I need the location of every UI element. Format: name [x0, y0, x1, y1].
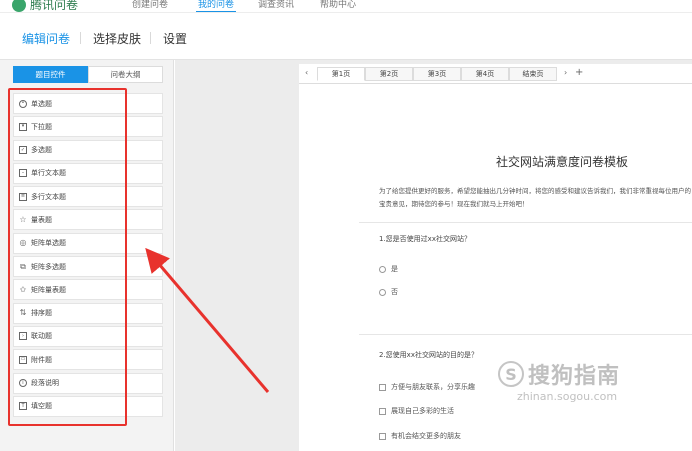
- question-title[interactable]: 2.您使用xx社交网站的目的是？: [379, 350, 478, 360]
- editor-tabs: 编辑问卷 选择皮肤 设置: [0, 14, 692, 60]
- radio-button[interactable]: [379, 288, 386, 296]
- matrix-radio-icon: ◎: [19, 238, 27, 248]
- question-title[interactable]: 1.您是否使用过xx社交网站？: [379, 234, 471, 244]
- survey-intro[interactable]: 为了给您提供更好的服务，希望您能抽出几分钟时间，将您的感受和建议告诉我们，我们非…: [379, 185, 692, 211]
- page-tab[interactable]: 第1页: [317, 67, 365, 81]
- option-label: 展现自己多彩的生活: [391, 407, 454, 415]
- add-page-icon[interactable]: +: [575, 67, 583, 78]
- checkbox[interactable]: [379, 383, 386, 391]
- option-label: 方便与朋友联系，分享乐趣: [391, 383, 475, 391]
- survey-editor-area: ‹ 第1页 第2页 第3页 第4页 结束页 › + 社交网站满意度问卷模板 为了…: [175, 60, 692, 451]
- survey-title[interactable]: 社交网站满意度问卷模板: [496, 153, 628, 170]
- question-type-label: 单选题: [31, 99, 52, 108]
- prev-page-arrow-icon[interactable]: ‹: [305, 68, 308, 77]
- nav-help[interactable]: 帮助中心: [320, 0, 356, 10]
- tab-edit-survey[interactable]: 编辑问卷: [22, 30, 70, 47]
- nav-create[interactable]: 创建问卷: [132, 0, 168, 10]
- survey-canvas: 社交网站满意度问卷模板 为了给您提供更好的服务，希望您能抽出几分钟时间，将您的感…: [299, 84, 692, 451]
- question-control-panel: 题目控件 问卷大纲 • 单选题 ▾ 下拉题 ✓ 多选题 – 单行文本题 ≡ 多行…: [0, 60, 174, 451]
- question-type-label: 多选题: [31, 146, 52, 155]
- matrix-checkbox-icon: ⧉: [20, 261, 26, 271]
- question-type-item[interactable]: i 段落说明: [13, 372, 163, 394]
- next-page-arrow-icon[interactable]: ›: [564, 68, 567, 77]
- question-type-item[interactable]: ▾ 下拉题: [13, 116, 163, 138]
- tab-settings[interactable]: 设置: [163, 30, 187, 47]
- logo[interactable]: 腾讯问卷: [12, 0, 79, 12]
- question-type-label: 填空题: [31, 402, 52, 411]
- top-nav: 腾讯问卷 创建问卷 我的问卷 调查资讯 帮助中心: [0, 0, 692, 13]
- option-label: 是: [391, 265, 398, 273]
- nav-news[interactable]: 调查资讯: [258, 0, 294, 10]
- page-tab[interactable]: 第4页: [461, 67, 509, 81]
- tab-survey-outline[interactable]: 问卷大纲: [88, 66, 163, 83]
- divider: [359, 334, 692, 335]
- checkbox-icon: ✓: [19, 146, 27, 155]
- radio-button[interactable]: [379, 265, 386, 273]
- radio-option[interactable]: 是: [379, 264, 398, 274]
- question-type-item[interactable]: ◎ 矩阵单选题: [13, 232, 163, 254]
- active-nav-indicator: [196, 11, 236, 12]
- multi-line-text-icon: ≡: [19, 192, 27, 201]
- question-type-label: 矩阵单选题: [31, 239, 66, 248]
- radio-option[interactable]: 否: [379, 287, 398, 297]
- question-type-label: 段落说明: [31, 379, 59, 388]
- question-type-list: • 单选题 ▾ 下拉题 ✓ 多选题 – 单行文本题 ≡ 多行文本题 ☆ 量表题 …: [13, 93, 163, 419]
- question-type-label: 下拉题: [31, 122, 52, 131]
- question-type-item[interactable]: ⇅ 排序题: [13, 302, 163, 324]
- logo-icon: [12, 0, 26, 12]
- tab-separator: [150, 32, 151, 44]
- matrix-star-icon: ✩: [19, 284, 27, 294]
- question-type-item[interactable]: – 单行文本题: [13, 162, 163, 184]
- question-type-label: 联动题: [31, 332, 52, 341]
- page-tab[interactable]: 第3页: [413, 67, 461, 81]
- question-type-item[interactable]: • 单选题: [13, 93, 163, 114]
- single-line-text-icon: –: [19, 169, 27, 178]
- question-type-item[interactable]: ✩ 矩阵量表题: [13, 279, 163, 301]
- question-type-label: 矩阵多选题: [31, 262, 66, 271]
- nav-my-surveys[interactable]: 我的问卷: [198, 0, 234, 10]
- divider: [359, 222, 692, 223]
- logo-text: 腾讯问卷: [30, 0, 79, 12]
- checkbox[interactable]: [379, 432, 386, 440]
- question-type-item[interactable]: T 填空题: [13, 395, 163, 417]
- checkbox[interactable]: [379, 407, 386, 415]
- checkbox-option[interactable]: 方便与朋友联系，分享乐趣: [379, 382, 475, 392]
- tab-separator: [80, 32, 81, 44]
- sort-icon: ⇅: [19, 308, 27, 318]
- info-icon: i: [19, 379, 27, 388]
- attachment-icon: ▭: [19, 355, 27, 364]
- question-type-label: 矩阵量表题: [31, 285, 66, 294]
- page-tab-bar: ‹ 第1页 第2页 第3页 第4页 结束页 › +: [299, 64, 692, 84]
- question-type-item[interactable]: ≡ 多行文本题: [13, 186, 163, 208]
- question-type-item[interactable]: › 联动题: [13, 325, 163, 347]
- checkbox-option[interactable]: 有机会结交更多的朋友: [379, 431, 461, 441]
- option-label: 有机会结交更多的朋友: [391, 432, 461, 440]
- question-type-label: 多行文本题: [31, 192, 66, 201]
- star-icon: ☆: [19, 214, 27, 224]
- question-type-item[interactable]: ⧉ 矩阵多选题: [13, 256, 163, 278]
- question-type-item[interactable]: ☆ 量表题: [13, 209, 163, 231]
- question-type-label: 单行文本题: [31, 169, 66, 178]
- checkbox-option[interactable]: 展现自己多彩的生活: [379, 406, 454, 416]
- tab-question-controls[interactable]: 题目控件: [13, 66, 88, 83]
- tab-choose-skin[interactable]: 选择皮肤: [93, 30, 141, 47]
- question-type-item[interactable]: ▭ 附件题: [13, 349, 163, 371]
- question-type-label: 量表题: [31, 215, 52, 224]
- radio-icon: •: [19, 99, 27, 108]
- question-type-label: 附件题: [31, 355, 52, 364]
- fill-blank-icon: T: [19, 402, 27, 411]
- question-type-label: 排序题: [31, 309, 52, 318]
- page-tab[interactable]: 第2页: [365, 67, 413, 81]
- dropdown-icon: ▾: [19, 122, 27, 131]
- option-label: 否: [391, 288, 398, 296]
- linkage-icon: ›: [19, 332, 27, 341]
- page-tab-end[interactable]: 结束页: [509, 67, 557, 81]
- question-type-item[interactable]: ✓ 多选题: [13, 139, 163, 161]
